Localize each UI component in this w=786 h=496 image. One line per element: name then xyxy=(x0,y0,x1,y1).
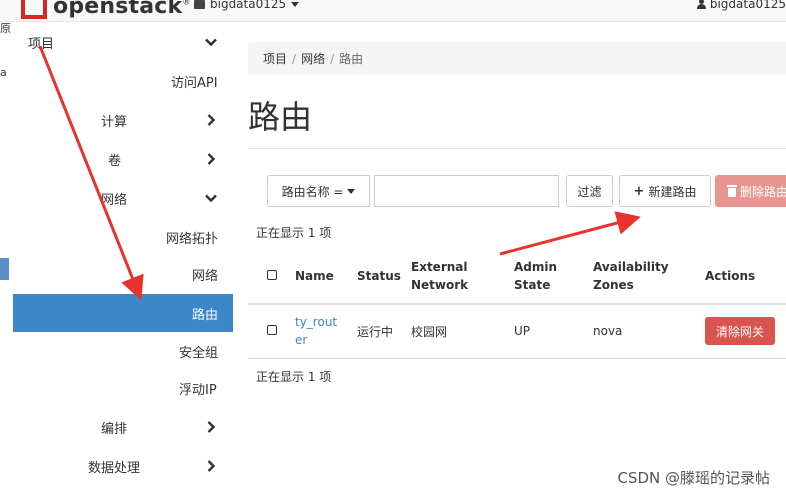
sidebar-item-label: 网络 xyxy=(192,268,219,284)
filter-button-label: 过滤 xyxy=(577,184,602,199)
sidebar-item-label: 访问API xyxy=(171,75,218,91)
plus-icon: + xyxy=(633,183,645,199)
user-name: bigdata0125 xyxy=(709,0,786,11)
sidebar-item-label: 数据处理 xyxy=(88,460,141,476)
router-availability-zones: nova xyxy=(593,304,705,359)
sidebar-item-orchestration[interactable]: 编排 xyxy=(13,409,233,445)
table-header-row: Name Status External Network Admin State… xyxy=(248,248,786,305)
item-count-bottom: 正在显示 1 项 xyxy=(256,370,332,384)
breadcrumb-separator: / xyxy=(292,51,297,66)
trash-icon xyxy=(727,184,737,197)
briefcase-icon xyxy=(194,0,205,9)
sidebar-item-volumes[interactable]: 卷 xyxy=(13,141,233,177)
sidebar-item-label: 项目 xyxy=(28,36,55,52)
divider xyxy=(248,148,786,149)
edge-fragment-bar xyxy=(0,258,9,280)
sidebar-item-label: 卷 xyxy=(108,153,122,169)
edge-fragment: 原 xyxy=(0,22,11,35)
sidebar-item-network-topology[interactable]: 网络拓扑 xyxy=(13,219,233,255)
chevron-right-icon xyxy=(204,459,218,473)
sidebar-item-label: 路由 xyxy=(192,307,219,323)
openstack-logo[interactable]: openstack ® xyxy=(21,0,191,19)
filter-field-label: 路由名称 = xyxy=(281,184,344,199)
column-header-status[interactable]: Status xyxy=(357,248,411,305)
filter-button[interactable]: 过滤 xyxy=(566,175,613,207)
openstack-logo-icon xyxy=(21,0,47,19)
user-icon xyxy=(696,0,706,9)
logo-text: openstack xyxy=(53,0,183,19)
top-navbar: openstack ® bigdata0125 bigdata0125 xyxy=(0,0,786,22)
sidebar-item-access-api[interactable]: 访问API xyxy=(13,63,233,99)
sidebar-item-label: 网络拓扑 xyxy=(166,231,219,247)
sidebar-item-project[interactable]: 项目 xyxy=(13,24,233,60)
sidebar-item-label: 安全组 xyxy=(179,345,219,361)
routers-table: Name Status External Network Admin State… xyxy=(248,248,786,359)
router-name-cell: ty_router xyxy=(295,304,357,359)
watermark: CSDN @滕瑶的记录帖 xyxy=(617,469,770,487)
chevron-down-icon xyxy=(204,191,218,205)
column-header-admin-state[interactable]: Admin State xyxy=(514,248,593,305)
sidebar-item-label: 编排 xyxy=(101,421,128,437)
chevron-down-icon xyxy=(204,35,218,49)
select-all-checkbox[interactable] xyxy=(266,269,277,280)
sidebar-item-routers[interactable]: 路由 xyxy=(13,294,233,332)
sidebar-item-floating-ips[interactable]: 浮动IP xyxy=(13,370,233,406)
column-header-availability-zones[interactable]: Availability Zones xyxy=(593,248,705,305)
edge-fragment: a xyxy=(0,66,7,79)
user-menu[interactable]: bigdata0125 xyxy=(696,0,786,11)
breadcrumb-item-routers: 路由 xyxy=(339,52,364,66)
sidebar-item-security-groups[interactable]: 安全组 xyxy=(13,333,233,369)
item-count-top: 正在显示 1 项 xyxy=(256,226,332,240)
sidebar-item-label: 浮动IP xyxy=(179,382,217,398)
router-external-network: 校园网 xyxy=(411,304,514,359)
caret-down-icon xyxy=(291,1,300,7)
sidebar-item-networks[interactable]: 网络 xyxy=(13,256,233,292)
filter-group: 路由名称 = xyxy=(267,175,370,207)
sidebar-item-data-processing[interactable]: 数据处理 xyxy=(13,448,233,484)
caret-down-icon xyxy=(347,188,356,194)
filter-input[interactable] xyxy=(374,175,559,207)
chevron-right-icon xyxy=(204,113,218,127)
column-header-actions: Actions xyxy=(705,248,786,305)
breadcrumb-separator: / xyxy=(330,51,335,66)
router-actions-cell: 清除网关 xyxy=(705,304,786,359)
create-router-label: 新建路由 xyxy=(648,184,697,199)
project-switcher[interactable]: bigdata0125 xyxy=(194,0,300,11)
breadcrumb-item-project[interactable]: 项目 xyxy=(263,50,287,67)
sidebar-item-compute[interactable]: 计算 xyxy=(13,102,233,138)
project-name: bigdata0125 xyxy=(210,0,287,11)
router-admin-state: UP xyxy=(514,304,593,359)
breadcrumb: 项目 / 网络 / 路由 xyxy=(248,42,786,75)
column-header-name[interactable]: Name xyxy=(295,248,357,305)
router-status: 运行中 xyxy=(357,304,411,359)
column-header-external-network[interactable]: External Network xyxy=(411,248,514,305)
create-router-button[interactable]: + 新建路由 xyxy=(619,175,711,207)
delete-routers-label: 删除路由 xyxy=(740,184,786,199)
sidebar: 项目 访问API 计算 卷 网络 网络拓扑 网络 路由 安全组 浮动IP 编排 … xyxy=(13,22,233,496)
clear-gateway-button[interactable]: 清除网关 xyxy=(705,317,775,346)
sidebar-item-network[interactable]: 网络 xyxy=(13,180,233,216)
router-name-link[interactable]: ty_router xyxy=(295,313,339,349)
sidebar-item-label: 计算 xyxy=(101,114,128,130)
chevron-right-icon xyxy=(204,420,218,434)
filter-field-select[interactable]: 路由名称 = xyxy=(267,175,370,207)
sidebar-item-label: 网络 xyxy=(101,192,128,208)
row-select-cell xyxy=(248,304,295,359)
chevron-right-icon xyxy=(204,152,218,166)
table-row: ty_router 运行中 校园网 UP nova 清除网关 xyxy=(248,304,786,359)
row-checkbox[interactable] xyxy=(266,325,277,336)
select-all-cell xyxy=(248,248,295,305)
delete-routers-button[interactable]: 删除路由 xyxy=(715,175,786,207)
breadcrumb-item-network[interactable]: 网络 xyxy=(301,50,325,67)
page-title: 路由 xyxy=(248,98,313,136)
